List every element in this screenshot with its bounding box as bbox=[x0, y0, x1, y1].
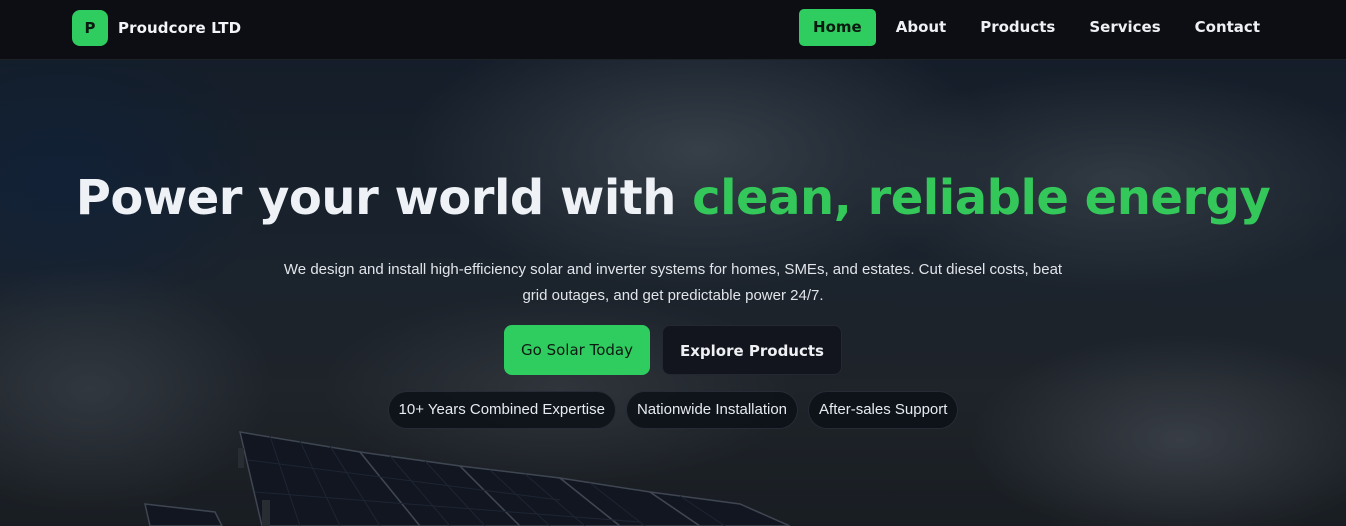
badge-installation: Nationwide Installation bbox=[625, 391, 799, 429]
hero-title-accent: clean, reliable energy bbox=[692, 170, 1271, 226]
nav-link-about[interactable]: About bbox=[882, 9, 961, 46]
explore-products-button[interactable]: Explore Products bbox=[661, 325, 842, 375]
hero-badge-row: 10+ Years Combined Expertise Nationwide … bbox=[0, 391, 1346, 429]
badge-support: After-sales Support bbox=[808, 391, 959, 429]
main-nav: Home About Products Services Contact bbox=[799, 9, 1274, 46]
nav-link-contact[interactable]: Contact bbox=[1181, 9, 1274, 46]
hero-subtitle: We design and install high-efficiency so… bbox=[283, 261, 1063, 304]
top-navbar: P Proudcore LTD Home About Products Serv… bbox=[0, 0, 1346, 60]
hero-cta-row: Go Solar Today Explore Products bbox=[0, 325, 1346, 375]
hero-title-main: Power your world with bbox=[75, 170, 693, 226]
nav-link-home[interactable]: Home bbox=[799, 9, 876, 46]
nav-link-services[interactable]: Services bbox=[1075, 9, 1174, 46]
go-solar-button[interactable]: Go Solar Today bbox=[504, 325, 650, 375]
hero-section: Power your world with clean, reliable en… bbox=[0, 60, 1346, 526]
brand-name[interactable]: Proudcore LTD bbox=[118, 19, 241, 37]
brand-logo[interactable]: P bbox=[72, 10, 108, 46]
badge-expertise: 10+ Years Combined Expertise bbox=[387, 391, 616, 429]
hero-title: Power your world with clean, reliable en… bbox=[0, 170, 1346, 226]
nav-link-products[interactable]: Products bbox=[966, 9, 1069, 46]
brand[interactable]: P Proudcore LTD bbox=[72, 10, 241, 46]
